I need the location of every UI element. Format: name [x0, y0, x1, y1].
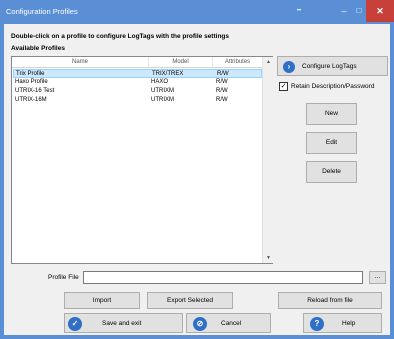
help-button[interactable]: ? Help: [303, 313, 382, 333]
save-and-exit-label: Save and exit: [102, 320, 142, 327]
cell-attributes: R/W: [216, 79, 228, 85]
help-icon: ?: [310, 317, 324, 331]
table-row[interactable]: UTRIX-16M UTRIXM R/W: [13, 96, 262, 105]
retain-description-password-label: Retain Description/Password: [291, 83, 375, 90]
cancel-label: Cancel: [221, 320, 242, 327]
cell-model: HAXO: [151, 79, 169, 85]
profiles-list-header: Name Model Attributes: [12, 57, 262, 68]
column-header-model[interactable]: Model: [149, 59, 212, 65]
delete-button[interactable]: Delete: [306, 161, 357, 183]
browse-button[interactable]: ...: [369, 271, 386, 284]
profiles-list[interactable]: Name Model Attributes Trix Profile TRIX/T…: [11, 56, 273, 264]
cell-name: Haxo Profile: [15, 79, 48, 85]
export-selected-button[interactable]: Export Selected: [147, 292, 233, 309]
cell-attributes: R/W: [217, 71, 229, 77]
cell-model: TRIX/TREX: [152, 71, 184, 77]
profile-file-label: Profile File: [48, 274, 79, 281]
column-header-attributes[interactable]: Attributes: [213, 59, 262, 65]
profiles-list-scrollbar[interactable]: ▲ ▼: [262, 57, 273, 263]
import-button[interactable]: Import: [64, 292, 140, 309]
cell-model: UTRIXM: [151, 88, 174, 94]
scroll-up-arrow-icon[interactable]: ▲: [263, 57, 274, 67]
cancel-icon: ⊘: [193, 317, 207, 331]
available-profiles-label: Available Profiles: [11, 45, 65, 52]
column-header-name[interactable]: Name: [12, 59, 148, 65]
table-row[interactable]: Haxo Profile HAXO R/W: [13, 78, 262, 87]
close-button[interactable]: ✕: [366, 0, 394, 22]
check-icon: ✓: [68, 317, 82, 331]
chevron-right-icon: ›: [283, 61, 295, 73]
window-title: Configuration Profiles: [6, 7, 78, 16]
window-menu-button[interactable]: ••: [290, 0, 308, 22]
cell-name: UTRIX-16 Test: [15, 88, 55, 94]
help-label: Help: [342, 320, 356, 327]
instructions-text: Double-click on a profile to configure L…: [11, 33, 230, 40]
edit-button[interactable]: Edit: [306, 132, 357, 154]
scroll-down-arrow-icon[interactable]: ▼: [263, 253, 274, 263]
configure-logtags-button[interactable]: › Configure LogTags: [277, 56, 388, 76]
reload-from-file-button[interactable]: Reload from file: [278, 292, 382, 309]
cell-attributes: R/W: [216, 88, 228, 94]
title-bar: Configuration Profiles •• – □ ✕: [0, 0, 394, 24]
new-button[interactable]: New: [306, 103, 357, 125]
profile-file-input[interactable]: [83, 271, 363, 284]
cell-attributes: R/W: [216, 97, 228, 103]
cancel-button[interactable]: ⊘ Cancel: [186, 313, 271, 333]
table-row[interactable]: Trix Profile TRIX/TREX R/W: [13, 69, 262, 78]
retain-description-password-checkbox[interactable]: ✓ Retain Description/Password: [279, 81, 391, 93]
cell-name: UTRIX-16M: [15, 97, 47, 103]
cell-model: UTRIXM: [151, 97, 174, 103]
save-and-exit-button[interactable]: ✓ Save and exit: [64, 313, 183, 333]
table-row[interactable]: UTRIX-16 Test UTRIXM R/W: [13, 87, 262, 96]
configuration-profiles-window: Configuration Profiles •• – □ ✕ Double-c…: [0, 0, 394, 339]
cell-name: Trix Profile: [16, 71, 45, 77]
checkbox-check-icon[interactable]: ✓: [279, 82, 288, 91]
configure-logtags-label: Configure LogTags: [302, 63, 357, 70]
